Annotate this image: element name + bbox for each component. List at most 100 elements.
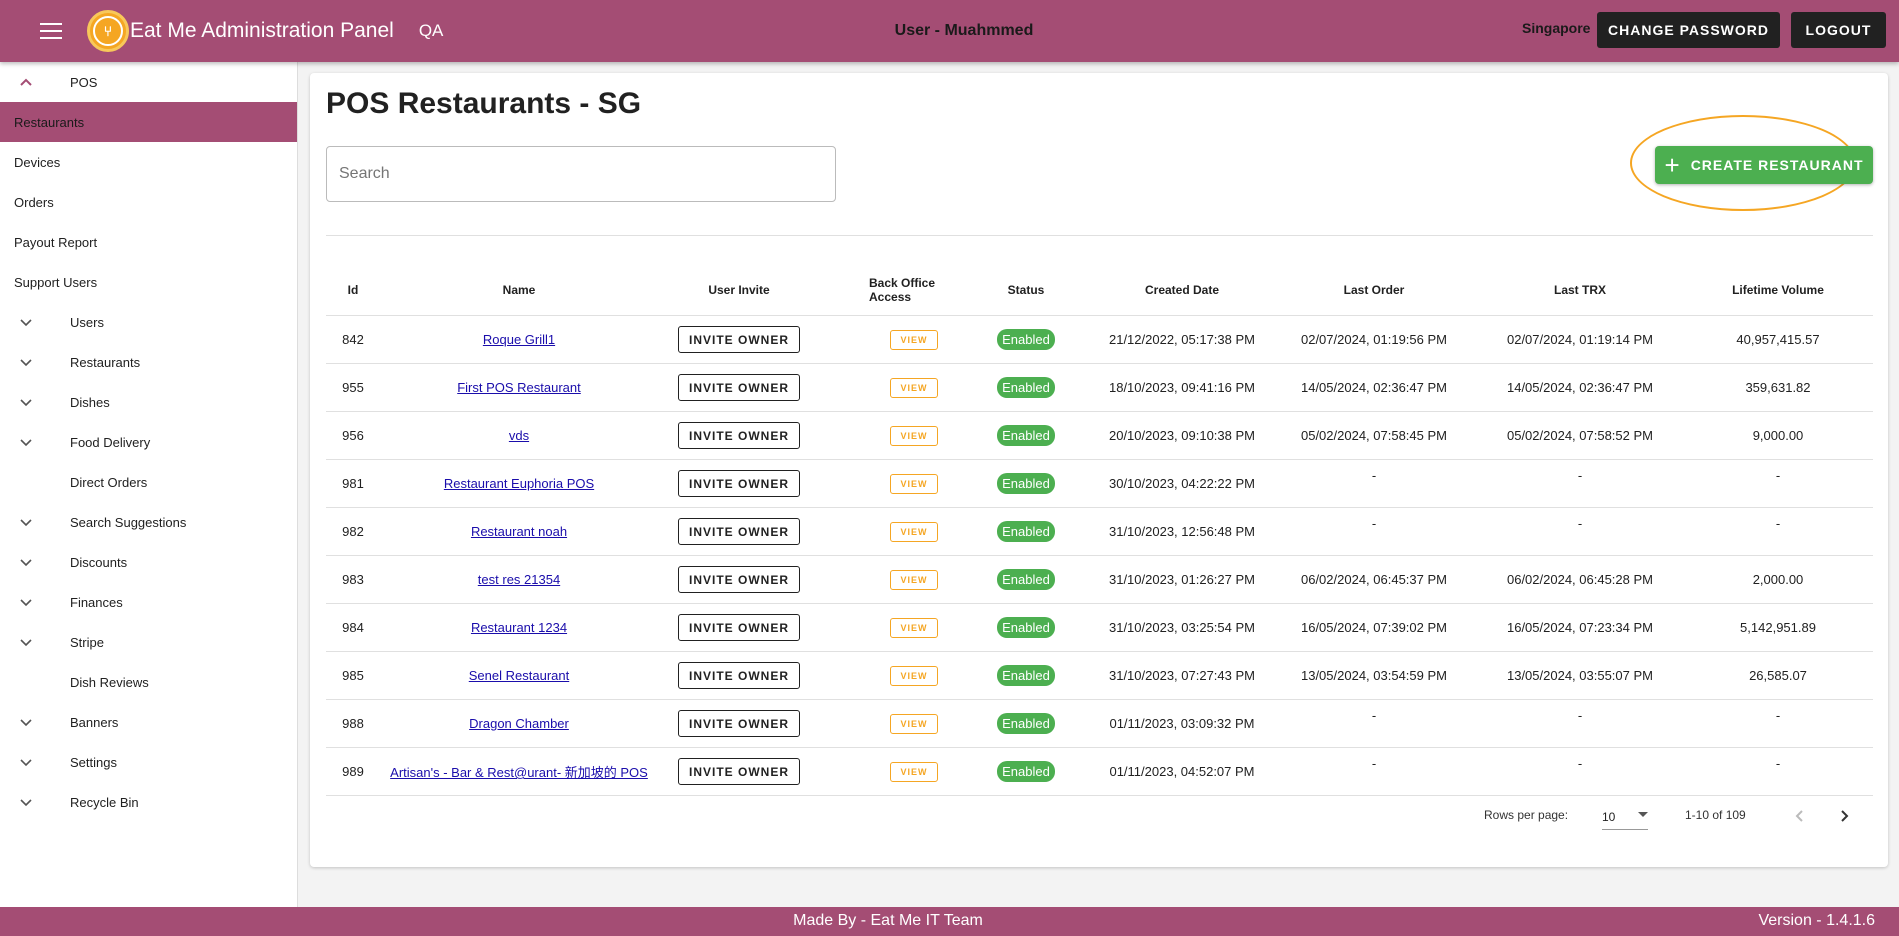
view-button[interactable]: VIEW: [890, 329, 938, 350]
app-title: Eat Me Administration Panel: [130, 19, 394, 42]
invite-owner-button[interactable]: INVITE OWNER: [678, 422, 800, 449]
sidebar-item-orders[interactable]: Orders: [0, 182, 297, 222]
cell-volume: 26,585.07: [1749, 668, 1807, 683]
cell-invite: INVITE OWNER: [669, 556, 809, 603]
chevron-down-icon: [19, 595, 33, 609]
cell-volume: 2,000.00: [1752, 572, 1804, 587]
cell-name: First POS Restaurant: [380, 364, 658, 411]
sidebar-item-label: Users: [70, 314, 104, 330]
view-button[interactable]: VIEW: [890, 665, 938, 686]
sidebar-item-restaurants[interactable]: Restaurants: [0, 102, 297, 142]
view-button[interactable]: VIEW: [890, 377, 938, 398]
header-id[interactable]: Id: [326, 264, 380, 315]
sidebar-item-label: Dish Reviews: [70, 674, 149, 690]
invite-owner-button[interactable]: INVITE OWNER: [678, 662, 800, 689]
header-created[interactable]: Created Date: [1093, 264, 1271, 315]
header-last-order[interactable]: Last Order: [1271, 264, 1477, 315]
header-status[interactable]: Status: [959, 264, 1093, 315]
invite-owner-button[interactable]: INVITE OWNER: [678, 758, 800, 785]
invite-owner-button[interactable]: INVITE OWNER: [678, 326, 800, 353]
hamburger-menu-icon[interactable]: [40, 23, 62, 39]
cell-last-trx: -: [1577, 516, 1583, 531]
view-button[interactable]: VIEW: [890, 521, 938, 542]
view-button[interactable]: VIEW: [890, 569, 938, 590]
divider: [326, 235, 1873, 236]
cell-last-trx: 16/05/2024, 07:23:34 PM: [1506, 620, 1653, 635]
search-input[interactable]: [326, 146, 836, 202]
cell-last-trx: 06/02/2024, 06:45:28 PM: [1506, 572, 1653, 587]
sidebar-item-label: Stripe: [70, 634, 104, 650]
rows-per-page-select[interactable]: 10: [1602, 804, 1648, 830]
sidebar-item-label: Search Suggestions: [70, 514, 187, 530]
sidebar-item-settings[interactable]: Settings: [0, 742, 297, 782]
cell-created: 30/10/2023, 04:22:22 PM: [1108, 476, 1255, 491]
restaurant-link[interactable]: vds: [509, 428, 529, 443]
sidebar-item-support-users[interactable]: Support Users: [0, 262, 297, 302]
cell-volume: 5,142,951.89: [1740, 620, 1816, 635]
restaurant-link[interactable]: Restaurant noah: [471, 524, 567, 539]
footer-credit: Made By - Eat Me IT Team: [793, 912, 983, 929]
view-button[interactable]: VIEW: [890, 617, 938, 638]
view-button[interactable]: VIEW: [890, 761, 938, 782]
sidebar-item-discounts[interactable]: Discounts: [0, 542, 297, 582]
invite-owner-button[interactable]: INVITE OWNER: [678, 470, 800, 497]
sidebar-item-dishes[interactable]: Dishes: [0, 382, 297, 422]
cell-invite: INVITE OWNER: [669, 652, 809, 699]
change-password-button[interactable]: CHANGE PASSWORD: [1597, 12, 1780, 48]
invite-owner-button[interactable]: INVITE OWNER: [678, 566, 800, 593]
sidebar-item-users[interactable]: Users: [0, 302, 297, 342]
sidebar-item-food-delivery[interactable]: Food Delivery: [0, 422, 297, 462]
cell-last-trx: -: [1577, 708, 1583, 723]
sidebar-item-label: Finances: [70, 594, 123, 610]
view-button[interactable]: VIEW: [890, 473, 938, 494]
logout-button[interactable]: LOGOUT: [1791, 12, 1886, 48]
invite-owner-button[interactable]: INVITE OWNER: [678, 614, 800, 641]
sidebar-item-search-suggestions[interactable]: Search Suggestions: [0, 502, 297, 542]
main-card: POS Restaurants - SG + CREATE RESTAURANT…: [310, 73, 1888, 867]
invite-owner-button[interactable]: INVITE OWNER: [678, 374, 800, 401]
app-logo: ⑂: [87, 10, 129, 52]
view-button[interactable]: VIEW: [890, 713, 938, 734]
sidebar-item-direct-orders[interactable]: Direct Orders: [0, 462, 297, 502]
cell-name: Restaurant Euphoria POS: [380, 460, 658, 507]
table-row: 985 Senel Restaurant INVITE OWNER VIEW Enabl…: [326, 652, 1873, 700]
sidebar-item-recycle-bin[interactable]: Recycle Bin: [0, 782, 297, 822]
cell-back-office: VIEW: [869, 556, 959, 603]
restaurant-link[interactable]: test res 21354: [478, 572, 560, 587]
cell-id: 981: [342, 476, 364, 491]
chevron-down-icon: [19, 715, 33, 729]
view-button[interactable]: VIEW: [890, 425, 938, 446]
restaurant-link[interactable]: Artisan's - Bar & Rest@urant- 新加坡的 POS: [390, 762, 648, 781]
header-last-trx[interactable]: Last TRX: [1477, 264, 1683, 315]
sidebar-item-pos[interactable]: POS: [0, 62, 297, 102]
sidebar-item-finances[interactable]: Finances: [0, 582, 297, 622]
restaurant-link[interactable]: Dragon Chamber: [469, 716, 569, 731]
header-name[interactable]: Name: [380, 264, 658, 315]
invite-owner-button[interactable]: INVITE OWNER: [678, 518, 800, 545]
sidebar-item-payout-report[interactable]: Payout Report: [0, 222, 297, 262]
restaurant-link[interactable]: Restaurant 1234: [471, 620, 567, 635]
cell-volume: -: [1775, 468, 1781, 483]
sidebar-item-label: Food Delivery: [70, 434, 151, 450]
restaurant-link[interactable]: First POS Restaurant: [457, 380, 581, 395]
restaurant-link[interactable]: Roque Grill1: [483, 332, 555, 347]
sidebar-item-devices[interactable]: Devices: [0, 142, 297, 182]
create-restaurant-button[interactable]: + CREATE RESTAURANT: [1655, 146, 1873, 184]
sidebar-item-dish-reviews[interactable]: Dish Reviews: [0, 662, 297, 702]
cell-invite: INVITE OWNER: [669, 412, 809, 459]
chevron-right-icon[interactable]: [1832, 804, 1856, 828]
restaurant-link[interactable]: Senel Restaurant: [469, 668, 569, 683]
sidebar-item-stripe[interactable]: Stripe: [0, 622, 297, 662]
invite-owner-button[interactable]: INVITE OWNER: [678, 710, 800, 737]
sidebar-item-banners[interactable]: Banners: [0, 702, 297, 742]
cell-volume: 40,957,415.57: [1736, 332, 1820, 347]
cell-back-office: VIEW: [869, 508, 959, 555]
chevron-down-icon: [19, 515, 33, 529]
cell-created: 31/10/2023, 07:27:43 PM: [1108, 668, 1255, 683]
header-volume[interactable]: Lifetime Volume: [1683, 264, 1873, 315]
sidebar-item-label: Banners: [70, 714, 119, 730]
cell-name: Artisan's - Bar & Rest@urant- 新加坡的 POS: [380, 748, 658, 795]
restaurant-link[interactable]: Restaurant Euphoria POS: [444, 476, 594, 491]
sidebar-item-restaurants[interactable]: Restaurants: [0, 342, 297, 382]
chevron-left-icon[interactable]: [1788, 804, 1812, 828]
